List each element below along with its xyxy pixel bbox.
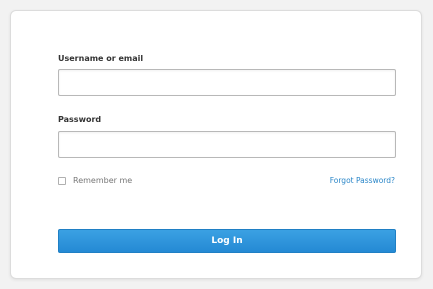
- password-label: Password: [58, 115, 102, 124]
- login-button[interactable]: Log In: [58, 229, 396, 253]
- username-field[interactable]: [58, 69, 396, 96]
- remember-me-row[interactable]: Remember me: [58, 176, 132, 185]
- forgot-password-link[interactable]: Forgot Password?: [330, 176, 395, 185]
- password-field[interactable]: [58, 131, 396, 158]
- login-card: Username or email Password Remember me F…: [10, 10, 422, 279]
- remember-me-checkbox[interactable]: [58, 176, 66, 185]
- username-label: Username or email: [58, 54, 144, 63]
- remember-me-label: Remember me: [73, 176, 133, 185]
